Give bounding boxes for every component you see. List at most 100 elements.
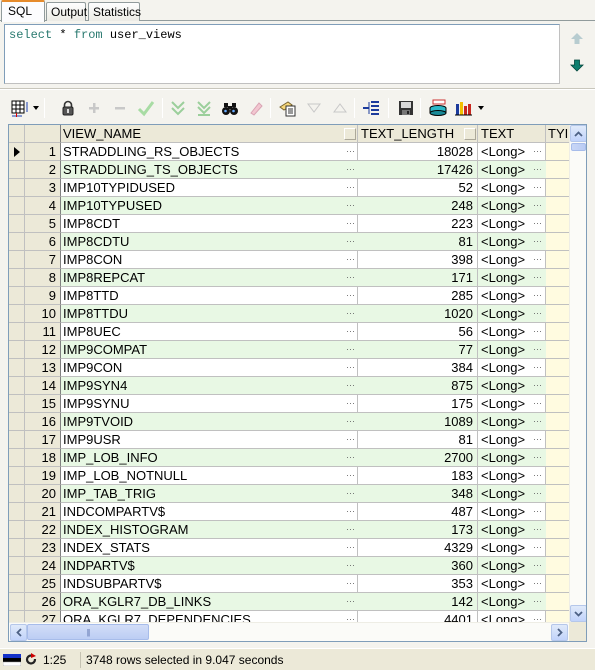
- cell-type[interactable]: [546, 305, 569, 323]
- row-indicator[interactable]: [9, 287, 25, 305]
- cell-view-name[interactable]: IMP_TAB_TRIG: [61, 485, 358, 503]
- table-row[interactable]: 5 IMP8CDT ··· 223 <Long> ···: [9, 215, 569, 233]
- cell-edit-button[interactable]: ···: [343, 395, 358, 413]
- cell-view-name[interactable]: IMP8TTD: [61, 287, 358, 305]
- cell-view-name[interactable]: IMP8CON: [61, 251, 358, 269]
- cell-type[interactable]: [546, 287, 569, 305]
- cell-text-length[interactable]: 487: [358, 503, 478, 521]
- cell-edit-button[interactable]: ···: [529, 143, 546, 161]
- column-resize-button[interactable]: [464, 128, 476, 140]
- cell-edit-button[interactable]: ···: [343, 413, 358, 431]
- cell-type[interactable]: [546, 503, 569, 521]
- row-indicator[interactable]: [9, 215, 25, 233]
- cell-view-name[interactable]: IMP8UEC: [61, 323, 358, 341]
- cell-edit-button[interactable]: ···: [343, 503, 358, 521]
- cell-edit-button[interactable]: ···: [343, 485, 358, 503]
- column-header-type[interactable]: TYI: [546, 125, 569, 143]
- cell-edit-button[interactable]: ···: [529, 431, 546, 449]
- row-indicator[interactable]: [9, 539, 25, 557]
- row-indicator[interactable]: [9, 449, 25, 467]
- cell-edit-button[interactable]: ···: [343, 323, 358, 341]
- cell-type[interactable]: [546, 485, 569, 503]
- cell-edit-button[interactable]: ···: [529, 377, 546, 395]
- cell-edit-button[interactable]: ···: [343, 305, 358, 323]
- cell-view-name[interactable]: IMP9SYNU: [61, 395, 358, 413]
- cell-type[interactable]: [546, 539, 569, 557]
- vertical-scrollbar[interactable]: [569, 125, 586, 622]
- table-row[interactable]: 25 INDSUBPARTV$ ··· 353 <Long> ···: [9, 575, 569, 593]
- table-row[interactable]: 11 IMP8UEC ··· 56 <Long> ···: [9, 323, 569, 341]
- cell-view-name[interactable]: IMP_LOB_INFO: [61, 449, 358, 467]
- cell-edit-button[interactable]: ···: [529, 341, 546, 359]
- cell-view-name[interactable]: IMP8REPCAT: [61, 269, 358, 287]
- cell-edit-button[interactable]: ···: [529, 305, 546, 323]
- row-indicator[interactable]: [9, 341, 25, 359]
- cell-edit-button[interactable]: ···: [343, 341, 358, 359]
- table-row[interactable]: 27 ORA_KGLR7_DEPENDENCIES ··· 4401 <Long> ···: [9, 611, 569, 622]
- cell-type[interactable]: [546, 161, 569, 179]
- horizontal-scrollbar[interactable]: |||: [9, 622, 569, 641]
- table-row[interactable]: 6 IMP8CDTU ··· 81 <Long> ···: [9, 233, 569, 251]
- post-changes-button[interactable]: [136, 98, 156, 118]
- cell-text-length[interactable]: 384: [358, 359, 478, 377]
- tab-statistics[interactable]: Statistics: [88, 2, 141, 21]
- table-row[interactable]: 8 IMP8REPCAT ··· 171 <Long> ···: [9, 269, 569, 287]
- cell-text-length[interactable]: 18028: [358, 143, 478, 161]
- row-indicator[interactable]: [9, 251, 25, 269]
- table-row[interactable]: 26 ORA_KGLR7_DB_LINKS ··· 142 <Long> ···: [9, 593, 569, 611]
- cell-edit-button[interactable]: ···: [529, 161, 546, 179]
- row-indicator[interactable]: [9, 575, 25, 593]
- cell-view-name[interactable]: ORA_KGLR7_DEPENDENCIES: [61, 611, 358, 622]
- cell-type[interactable]: [546, 323, 569, 341]
- table-row[interactable]: 16 IMP9TVOID ··· 1089 <Long> ···: [9, 413, 569, 431]
- cell-view-name[interactable]: INDCOMPARTV$: [61, 503, 358, 521]
- table-row[interactable]: 1 STRADDLING_RS_OBJECTS ··· 18028 <Long> ···: [9, 143, 569, 161]
- cell-type[interactable]: [546, 179, 569, 197]
- cell-text-length[interactable]: 81: [358, 233, 478, 251]
- cell-view-name[interactable]: IMP8CDTU: [61, 233, 358, 251]
- cell-edit-button[interactable]: ···: [529, 575, 546, 593]
- table-row[interactable]: 10 IMP8TTDU ··· 1020 <Long> ···: [9, 305, 569, 323]
- cell-edit-button[interactable]: ···: [529, 233, 546, 251]
- cell-type[interactable]: [546, 233, 569, 251]
- cell-view-name[interactable]: INDEX_STATS: [61, 539, 358, 557]
- delete-record-button[interactable]: [110, 98, 130, 118]
- cell-type[interactable]: [546, 377, 569, 395]
- cell-edit-button[interactable]: ···: [343, 215, 358, 233]
- cell-text-length[interactable]: 52: [358, 179, 478, 197]
- cell-type[interactable]: [546, 359, 569, 377]
- cell-type[interactable]: [546, 611, 569, 622]
- cell-edit-button[interactable]: ···: [343, 557, 358, 575]
- cell-text-length[interactable]: 348: [358, 485, 478, 503]
- row-indicator[interactable]: [9, 377, 25, 395]
- cell-view-name[interactable]: IMP8CDT: [61, 215, 358, 233]
- cell-view-name[interactable]: INDSUBPARTV$: [61, 575, 358, 593]
- next-query-button[interactable]: [570, 58, 584, 72]
- cell-view-name[interactable]: IMP8TTDU: [61, 305, 358, 323]
- auto-refresh-icon[interactable]: [25, 653, 37, 665]
- fetch-next-page-button[interactable]: [168, 98, 188, 118]
- cell-text-length[interactable]: 285: [358, 287, 478, 305]
- cell-edit-button[interactable]: ···: [343, 179, 358, 197]
- cell-edit-button[interactable]: ···: [529, 485, 546, 503]
- cell-edit-button[interactable]: ···: [529, 503, 546, 521]
- cell-edit-button[interactable]: ···: [343, 161, 358, 179]
- cell-edit-button[interactable]: ···: [529, 197, 546, 215]
- cell-text-length[interactable]: 1089: [358, 413, 478, 431]
- cell-edit-button[interactable]: ···: [343, 251, 358, 269]
- row-indicator[interactable]: [9, 431, 25, 449]
- cell-edit-button[interactable]: ···: [529, 269, 546, 287]
- cell-text-length[interactable]: 173: [358, 521, 478, 539]
- cell-text-length[interactable]: 81: [358, 431, 478, 449]
- row-indicator[interactable]: [9, 323, 25, 341]
- column-header-text[interactable]: TEXT: [478, 125, 546, 143]
- table-row[interactable]: 7 IMP8CON ··· 398 <Long> ···: [9, 251, 569, 269]
- cell-edit-button[interactable]: ···: [529, 251, 546, 269]
- cell-edit-button[interactable]: ···: [529, 215, 546, 233]
- cell-view-name[interactable]: IMP9CON: [61, 359, 358, 377]
- chart-dropdown-arrow[interactable]: [478, 106, 484, 110]
- export-button[interactable]: [428, 98, 448, 118]
- cell-edit-button[interactable]: ···: [529, 323, 546, 341]
- table-row[interactable]: 21 INDCOMPARTV$ ··· 487 <Long> ···: [9, 503, 569, 521]
- cell-text-length[interactable]: 4329: [358, 539, 478, 557]
